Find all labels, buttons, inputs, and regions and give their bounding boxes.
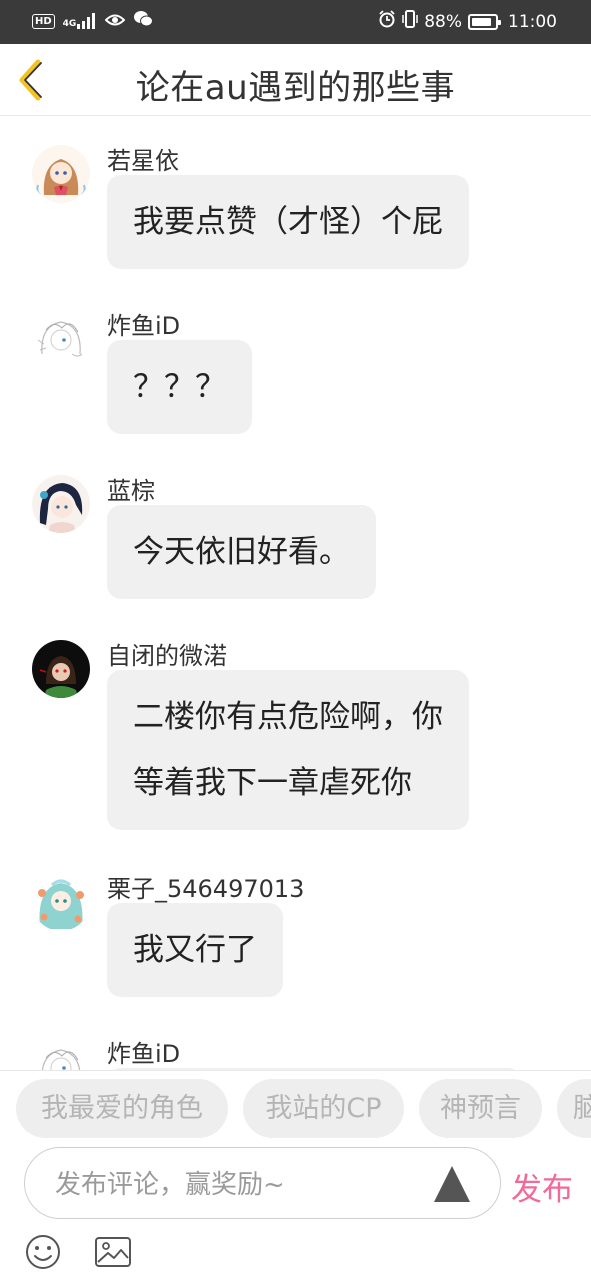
- comment-input-placeholder: 发布评论，赢奖励~: [55, 1170, 285, 1200]
- topic-tag[interactable]: 我站的CP: [243, 1079, 404, 1138]
- comment-text-line: 等着我下一章虐死你: [133, 765, 412, 801]
- battery-level: [472, 17, 491, 26]
- comment-bubble[interactable]: 我要点赞（才怪）个屁: [107, 175, 469, 269]
- publish-button[interactable]: 发布: [511, 1164, 573, 1209]
- wechat-icon: [133, 10, 154, 32]
- topic-tag-bar: 我最爱的角色 我站的CP 神预言 脑: [0, 1070, 591, 1146]
- status-right: 88% 11:00: [378, 10, 557, 33]
- battery-percent: 88%: [424, 11, 462, 32]
- emoji-icon[interactable]: [24, 1233, 62, 1271]
- app-header: 论在au遇到的那些事: [0, 44, 591, 116]
- comment-bubble[interactable]: 今天依旧好看。: [107, 505, 376, 599]
- hd-badge: HD: [32, 13, 55, 29]
- comment-bubble[interactable]: ？？？: [107, 340, 252, 434]
- comment-username[interactable]: 自闭的微渃: [107, 636, 227, 671]
- battery-icon: [468, 13, 501, 30]
- comment-username[interactable]: 栗子_546497013: [107, 869, 304, 904]
- eye-icon: [104, 12, 126, 31]
- status-left: HD 4G: [32, 10, 154, 32]
- page-title: 论在au遇到的那些事: [135, 68, 456, 108]
- dark-circle-avatar[interactable]: [32, 640, 90, 698]
- chevron-left-icon: [19, 59, 42, 101]
- teal-hair-avatar[interactable]: [32, 873, 90, 931]
- topic-tag[interactable]: 我最爱的角色: [16, 1079, 228, 1138]
- back-button[interactable]: [12, 56, 52, 104]
- comment-username[interactable]: 若星依: [107, 141, 179, 176]
- comment-text: 我又行了: [133, 932, 257, 968]
- topic-tag[interactable]: 神预言: [419, 1079, 542, 1138]
- comment-bubble[interactable]: 我又行了: [107, 903, 283, 997]
- comment-text: 我要点赞（才怪）个屁: [133, 204, 443, 240]
- triangle-up-icon[interactable]: [434, 1166, 470, 1202]
- alarm-icon: [378, 10, 396, 33]
- comment-username[interactable]: 炸鱼iD: [107, 306, 180, 341]
- sketch-avatar[interactable]: [32, 1038, 90, 1070]
- status-time: 11:00: [508, 11, 557, 32]
- anime-girl-avatar[interactable]: [32, 145, 90, 203]
- sketch-avatar[interactable]: [32, 310, 90, 368]
- comment-username[interactable]: 蓝棕: [107, 471, 155, 506]
- topic-tag[interactable]: 脑: [557, 1079, 591, 1138]
- comment-text: ？？？: [133, 369, 226, 405]
- comment-username[interactable]: 炸鱼iD: [107, 1034, 180, 1069]
- comment-text-line: 二楼你有点危险啊，你: [133, 699, 443, 735]
- comment-text: 今天依旧好看。: [133, 534, 350, 570]
- comment-bubble[interactable]: 二楼你有点危险啊，你 等着我下一章虐死你: [107, 670, 469, 830]
- dark-hair-avatar[interactable]: [32, 475, 90, 533]
- 4g-signal-icon: 4G: [63, 13, 98, 29]
- vibrate-icon: [402, 10, 418, 33]
- status-bar: HD 4G 88% 11:00: [0, 0, 591, 44]
- comment-list[interactable]: 若星依 我要点赞（才怪）个屁 炸鱼iD ？？？ 蓝棕 今天依旧好看。 自闭的微渃…: [0, 117, 591, 1070]
- comment-input[interactable]: 发布评论，赢奖励~: [24, 1147, 501, 1219]
- image-icon[interactable]: [94, 1233, 132, 1271]
